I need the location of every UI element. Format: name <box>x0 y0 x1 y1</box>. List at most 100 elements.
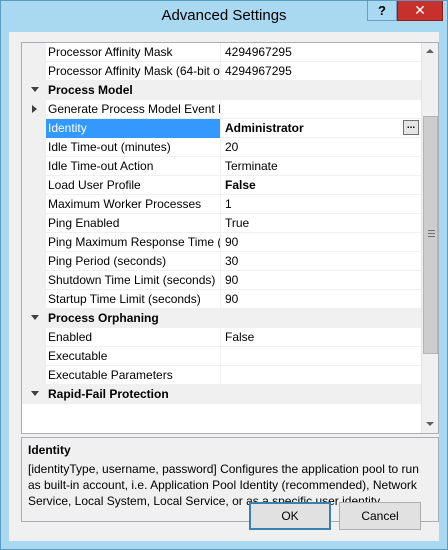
property-value[interactable]: 90 <box>221 290 421 309</box>
property-value[interactable]: 20 <box>221 138 421 157</box>
property-value-text: 90 <box>225 292 239 306</box>
property-value[interactable]: False <box>221 176 421 195</box>
dialog-client-area: Processor Affinity Mask 4294967295 Process… <box>9 32 439 541</box>
property-row[interactable]: Executable Parameters <box>22 366 421 385</box>
title-bar: Advanced Settings ? ✕ <box>1 1 447 31</box>
property-value[interactable]: 4294967295 <box>221 62 421 81</box>
property-name[interactable]: Ping Enabled <box>46 214 221 233</box>
close-button[interactable]: ✕ <box>397 1 443 21</box>
property-value-text: False <box>225 178 256 192</box>
scroll-down-arrow-icon[interactable] <box>422 416 438 433</box>
category-row[interactable]: Process Orphaning <box>22 309 421 328</box>
row-margin <box>22 214 46 233</box>
property-name[interactable]: Identity <box>46 119 221 138</box>
row-margin <box>22 328 46 347</box>
row-margin <box>22 366 46 385</box>
property-value[interactable]: 4294967295 <box>221 43 421 62</box>
category-label[interactable]: Rapid-Fail Protection <box>46 385 421 404</box>
category-row[interactable]: Rapid-Fail Protection <box>22 385 421 404</box>
row-margin <box>22 81 46 100</box>
property-value[interactable]: 90 <box>221 233 421 252</box>
property-row[interactable]: Ping Enabled True <box>22 214 421 233</box>
property-row[interactable]: Processor Affinity Mask (64-bit o 4294967… <box>22 62 421 81</box>
property-row[interactable]: Identity Administrator... <box>22 119 421 138</box>
row-margin <box>22 385 46 404</box>
description-title: Identity <box>28 443 71 457</box>
property-value-text: 30 <box>225 254 239 268</box>
grip-line <box>428 230 435 231</box>
row-margin <box>22 176 46 195</box>
property-value[interactable]: True <box>221 214 421 233</box>
property-row[interactable]: Load User Profile False <box>22 176 421 195</box>
category-row[interactable]: Process Model <box>22 81 421 100</box>
expand-arrow-icon[interactable] <box>32 105 37 113</box>
property-value-text: Administrator <box>225 121 304 135</box>
property-value-text: 20 <box>225 140 239 154</box>
scroll-up-arrow-icon[interactable] <box>422 43 438 60</box>
property-name[interactable]: Shutdown Time Limit (seconds) <box>46 271 221 290</box>
property-row[interactable]: Idle Time-out (minutes) 20 <box>22 138 421 157</box>
property-value-text: 1 <box>225 197 232 211</box>
property-value-text: 4294967295 <box>225 45 292 59</box>
property-name[interactable]: Load User Profile <box>46 176 221 195</box>
property-name[interactable]: Ping Maximum Response Time ( <box>46 233 221 252</box>
ellipsis-button[interactable]: ... <box>403 120 419 135</box>
collapse-arrow-icon[interactable] <box>31 315 39 320</box>
property-name[interactable]: Executable Parameters <box>46 366 221 385</box>
property-value[interactable]: Terminate <box>221 157 421 176</box>
property-name[interactable]: Generate Process Model Event L <box>46 100 221 119</box>
property-row[interactable]: Executable <box>22 347 421 366</box>
row-margin <box>22 271 46 290</box>
property-name[interactable]: Processor Affinity Mask <box>46 43 221 62</box>
scrollbar-thumb[interactable] <box>423 116 438 354</box>
row-margin <box>22 157 46 176</box>
property-value[interactable]: False <box>221 328 421 347</box>
property-value-text: 90 <box>225 235 239 249</box>
property-name[interactable]: Processor Affinity Mask (64-bit o <box>46 62 221 81</box>
property-row[interactable]: Startup Time Limit (seconds) 90 <box>22 290 421 309</box>
property-row[interactable]: Ping Period (seconds) 30 <box>22 252 421 271</box>
grip-line <box>428 236 435 237</box>
property-row[interactable]: Generate Process Model Event L <box>22 100 421 119</box>
help-button[interactable]: ? <box>367 1 397 21</box>
property-row[interactable]: Idle Time-out Action Terminate <box>22 157 421 176</box>
property-value-text: True <box>225 216 250 230</box>
vertical-scrollbar[interactable] <box>421 43 438 433</box>
row-margin <box>22 138 46 157</box>
collapse-arrow-icon[interactable] <box>31 87 39 92</box>
ok-button[interactable]: OK <box>249 502 331 530</box>
property-grid: Processor Affinity Mask 4294967295 Process… <box>21 42 439 434</box>
property-value[interactable]: 90 <box>221 271 421 290</box>
advanced-settings-dialog: Advanced Settings ? ✕ Processor Affinity… <box>0 0 448 550</box>
property-row[interactable]: Shutdown Time Limit (seconds) 90 <box>22 271 421 290</box>
row-margin <box>22 62 46 81</box>
row-margin <box>22 347 46 366</box>
row-margin <box>22 252 46 271</box>
property-value[interactable] <box>221 100 421 119</box>
property-name[interactable]: Executable <box>46 347 221 366</box>
property-value-text: 90 <box>225 273 239 287</box>
property-row[interactable]: Enabled False <box>22 328 421 347</box>
category-label[interactable]: Process Model <box>46 81 421 100</box>
row-margin <box>22 233 46 252</box>
property-name[interactable]: Idle Time-out Action <box>46 157 221 176</box>
collapse-arrow-icon[interactable] <box>31 391 39 396</box>
cancel-button[interactable]: Cancel <box>339 502 421 530</box>
property-name[interactable]: Startup Time Limit (seconds) <box>46 290 221 309</box>
category-label[interactable]: Process Orphaning <box>46 309 421 328</box>
property-value[interactable]: 30 <box>221 252 421 271</box>
property-name[interactable]: Ping Period (seconds) <box>46 252 221 271</box>
property-value-text: False <box>225 330 255 344</box>
property-name[interactable]: Maximum Worker Processes <box>46 195 221 214</box>
row-margin <box>22 309 46 328</box>
property-value[interactable] <box>221 347 421 366</box>
row-margin <box>22 100 46 119</box>
property-row[interactable]: Maximum Worker Processes 1 <box>22 195 421 214</box>
property-name[interactable]: Enabled <box>46 328 221 347</box>
property-value[interactable]: Administrator... <box>221 119 421 138</box>
property-value[interactable]: 1 <box>221 195 421 214</box>
property-row[interactable]: Processor Affinity Mask 4294967295 <box>22 43 421 62</box>
property-value[interactable] <box>221 366 421 385</box>
property-name[interactable]: Idle Time-out (minutes) <box>46 138 221 157</box>
property-row[interactable]: Ping Maximum Response Time ( 90 <box>22 233 421 252</box>
